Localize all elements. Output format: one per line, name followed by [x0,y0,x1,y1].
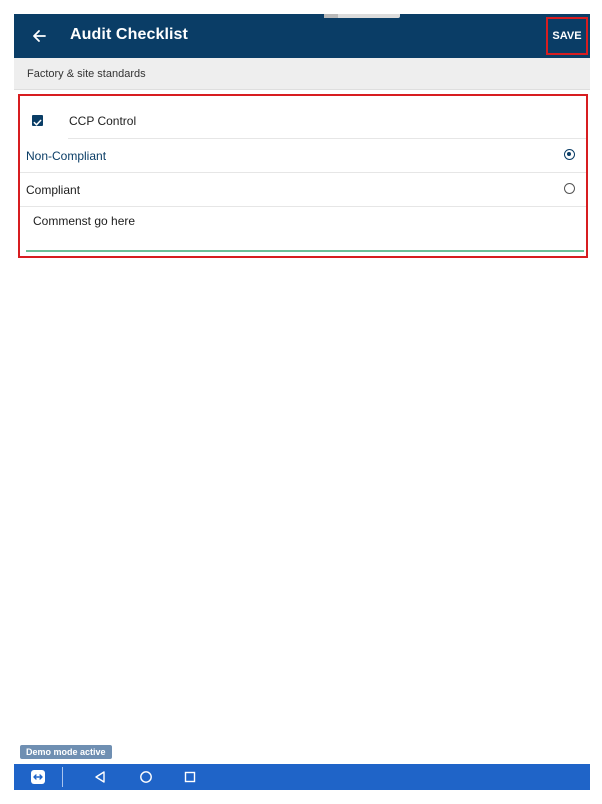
option-non-compliant[interactable]: Non-Compliant [20,139,586,172]
compliant-radio[interactable] [564,183,575,194]
app-bar: Audit Checklist SAVE [14,14,590,58]
checklist-item-row[interactable]: CCP Control [20,96,586,138]
nav-home-button[interactable] [136,767,156,787]
option-compliant[interactable]: Compliant [20,173,586,206]
checklist-item-card: CCP Control Non-Compliant Compliant Comm… [18,94,588,258]
page-title: Audit Checklist [70,26,188,43]
demo-mode-badge: Demo mode active [20,745,112,759]
non-compliant-radio[interactable] [564,149,575,160]
section-header: Factory & site standards [14,58,590,90]
ccp-control-checkbox[interactable] [32,115,43,126]
save-button[interactable]: SAVE [546,17,588,55]
remote-control-icon [31,770,45,784]
recents-square-icon [184,771,196,783]
checklist-item-label: CCP Control [69,114,137,128]
nav-separator [62,767,63,787]
option-label: Compliant [26,183,81,197]
app-screen: Audit Checklist SAVE Factory & site stan… [14,14,590,790]
comments-field[interactable]: Commenst go here [26,206,584,252]
camera-notch [324,14,400,18]
home-circle-icon [140,771,152,783]
arrow-left-icon [33,30,46,42]
nav-back-button[interactable] [90,767,110,787]
nav-recents-button[interactable] [180,767,200,787]
section-title: Factory & site standards [27,68,146,80]
back-triangle-icon [95,771,105,783]
system-nav-bar [14,764,590,790]
back-button[interactable] [28,25,50,47]
remote-control-button[interactable] [26,767,50,787]
option-label: Non-Compliant [26,149,107,163]
checkmark-icon [33,119,42,126]
comments-text: Commenst go here [33,214,136,228]
